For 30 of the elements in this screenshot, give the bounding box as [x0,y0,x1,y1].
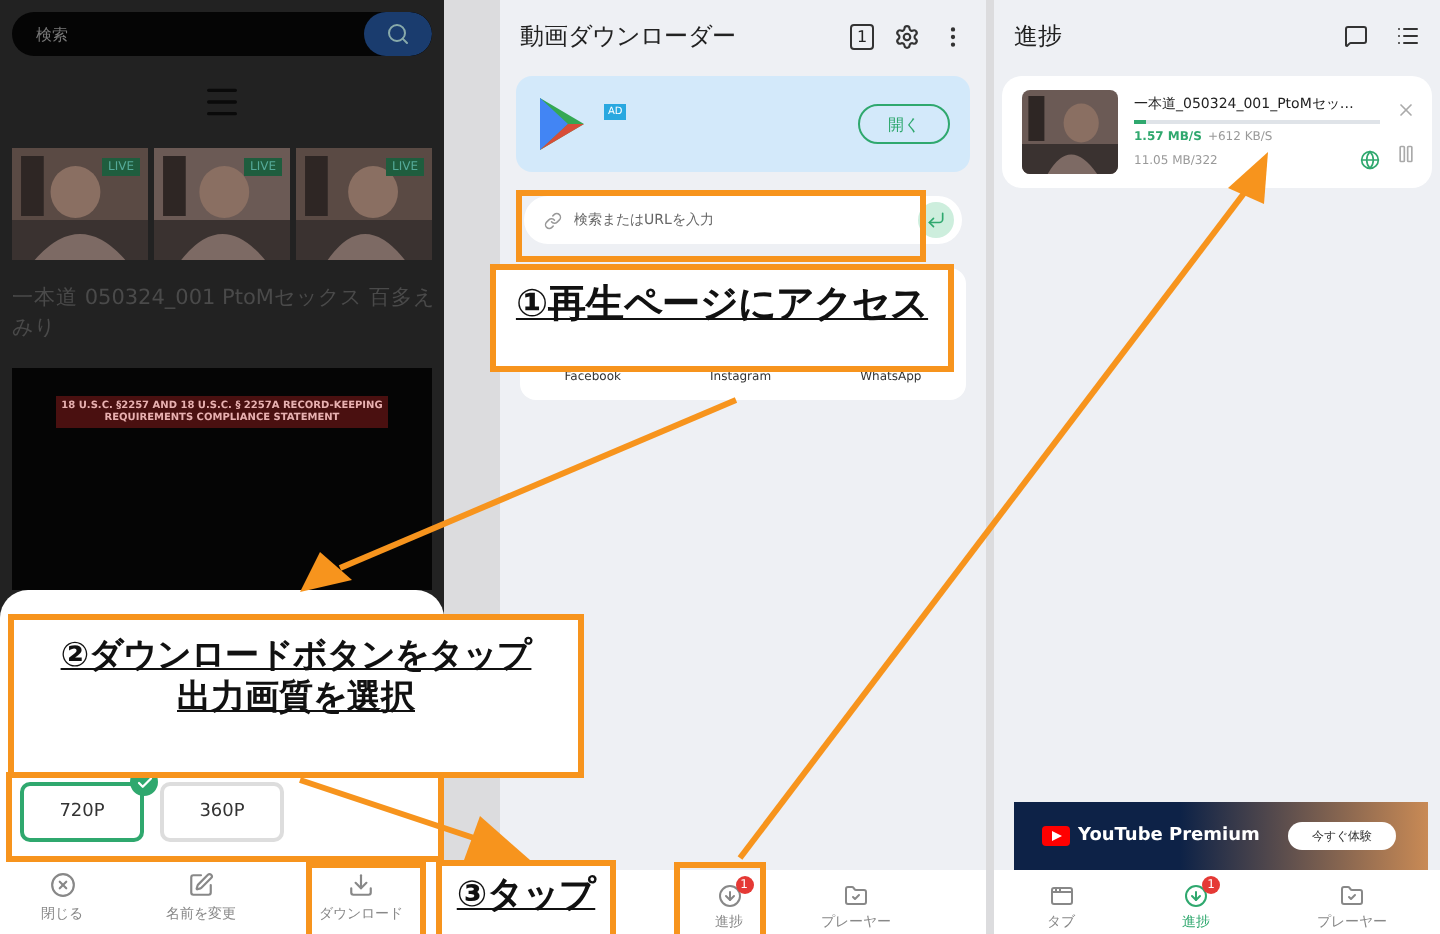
triangle-logo-icon [536,96,588,152]
play-logo-icon [1042,826,1070,846]
close-icon [49,872,76,898]
folder-icon [1339,883,1364,907]
search-icon [386,22,410,46]
download-icon [717,883,741,907]
ad-brand: YouTube Premium [1078,826,1260,846]
quality-option[interactable]: 720P [20,782,144,842]
tab-icon [1049,883,1074,907]
search-field[interactable]: 検索 [12,12,432,56]
globe-icon[interactable] [1360,150,1380,170]
callout-text: 出力画質を選択 [177,678,415,721]
download-icon [347,872,374,898]
open-button[interactable]: 開く [858,104,950,144]
enter-icon [926,210,946,230]
highlight-frame [674,862,766,934]
settings-icon[interactable] [894,23,920,49]
message-icon[interactable] [1344,24,1368,48]
download-icon [1183,883,1208,907]
page-title: 進捗 [1014,19,1064,53]
quality-option[interactable]: 360P [160,782,284,842]
callout-text: ①再生ページにアクセス [515,282,929,330]
link-icon [544,211,562,229]
app-title: 動画ダウンローダー [520,19,738,53]
search-button[interactable] [364,12,432,56]
callout-text: ②ダウンロードボタンをタップ [60,636,532,678]
tab-count[interactable]: 1 [850,23,874,49]
callout-text: ③タップ [456,874,596,919]
folder-icon [844,883,868,907]
edit-icon [187,872,214,898]
